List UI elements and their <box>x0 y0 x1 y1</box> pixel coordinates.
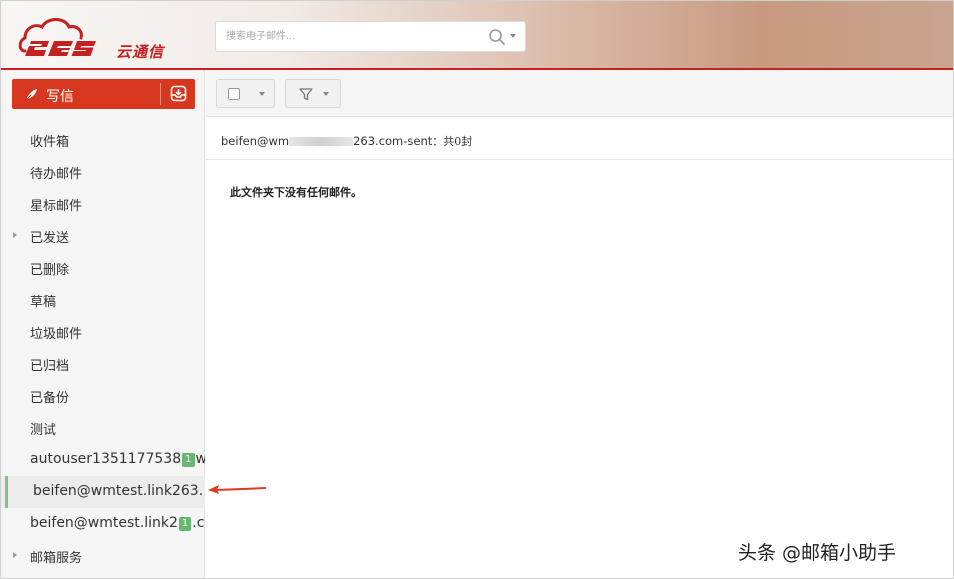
compose-button[interactable]: 写信 <box>12 79 160 109</box>
logo-text: 云通信 <box>116 43 165 61</box>
expand-arrow-icon[interactable] <box>13 552 17 558</box>
folder-label: 垃圾邮件 <box>30 327 83 342</box>
compose-label: 写信 <box>46 89 74 105</box>
folder-deleted[interactable]: 已删除 <box>1 252 205 284</box>
logo[interactable]: 云通信 <box>17 11 167 63</box>
feather-icon <box>25 89 37 101</box>
mail-client-window: 云通信 写信 <box>0 0 954 579</box>
folder-mail-services[interactable]: 邮箱服务 <box>1 540 205 572</box>
folder-spam[interactable]: 垃圾邮件 <box>1 316 205 348</box>
folder-label: 邮箱服务 <box>30 551 83 566</box>
folder-label: 已归档 <box>30 359 70 374</box>
folder-label: 星标邮件 <box>30 199 83 214</box>
folder-drafts[interactable]: 草稿 <box>1 284 205 316</box>
folder-todo[interactable]: 待办邮件 <box>1 156 205 188</box>
folder-label: 测试 <box>30 423 57 438</box>
checkbox-icon <box>228 88 240 100</box>
folder-backup[interactable]: 已备份 <box>1 380 205 412</box>
folder-archived[interactable]: 已归档 <box>1 348 205 380</box>
folder-label: beifen@wmtest.link2 1 .c <box>30 515 204 531</box>
folder-label-clip: beifen@wmtest.link2 1 .c <box>30 508 205 540</box>
select-dropdown-button[interactable] <box>216 79 275 108</box>
chevron-down-icon <box>259 92 265 96</box>
folder-label-text: autouser1351177538 <box>30 451 182 467</box>
folder-beifen-selected[interactable]: beifen@wmtest.link263. <box>1 476 205 508</box>
unread-badge: 1 <box>182 453 195 467</box>
folder-list: 收件箱 待办邮件 星标邮件 已发送 已删除 草稿 垃圾邮件 已归档 已备份 测试… <box>1 124 205 572</box>
folder-path-suffix: 263.com-sent <box>353 134 433 148</box>
folder-test[interactable]: 测试 <box>1 412 205 444</box>
chevron-down-icon <box>323 92 329 96</box>
search-icon[interactable] <box>488 28 506 46</box>
folder-label: 收件箱 <box>30 135 70 150</box>
folder-path: beifen@wm 263.com-sent：共0封 <box>221 133 472 149</box>
mail-list-pane: beifen@wm 263.com-sent：共0封 此文件夹下没有任何邮件。 <box>206 118 953 578</box>
folder-label: 待办邮件 <box>30 167 83 182</box>
sidebar: 写信 收件箱 待办邮件 星标邮件 已发送 已删除 草稿 垃圾邮件 已归档 已备份… <box>1 70 205 578</box>
inbox-download-icon <box>170 85 187 102</box>
folder-sent[interactable]: 已发送 <box>1 220 205 252</box>
search-box[interactable] <box>215 21 526 52</box>
filter-dropdown-button[interactable] <box>285 79 341 108</box>
folder-label-suffix: .c <box>192 515 205 531</box>
expand-arrow-icon[interactable] <box>13 232 17 238</box>
receive-mail-button[interactable] <box>161 79 195 109</box>
folder-path-prefix: beifen@wm <box>221 134 290 148</box>
folder-starred[interactable]: 星标邮件 <box>1 188 205 220</box>
watermark: 头条 @邮箱小助手 <box>738 542 897 564</box>
folder-label: 已发送 <box>30 231 70 246</box>
search-input[interactable] <box>216 22 476 51</box>
unread-badge: 1 <box>178 517 192 531</box>
annotation-arrow-icon <box>208 485 267 494</box>
mail-count: ：共0封 <box>432 135 473 148</box>
folder-label: 草稿 <box>30 295 57 310</box>
filter-icon <box>299 88 313 101</box>
top-header: 云通信 <box>1 1 953 68</box>
folder-label-text: beifen@wmtest.link2 <box>30 515 178 531</box>
folder-label-clip: beifen@wmtest.link263. <box>33 476 205 508</box>
empty-folder-message: 此文件夹下没有任何邮件。 <box>230 186 362 199</box>
folder-label: 已备份 <box>30 391 70 406</box>
folder-beifen-2[interactable]: beifen@wmtest.link2 1 .c <box>1 508 205 540</box>
folder-inbox[interactable]: 收件箱 <box>1 124 205 156</box>
folder-label: 已删除 <box>30 263 70 278</box>
folder-label: autouser13511775381w <box>30 451 205 467</box>
folder-autouser[interactable]: autouser13511775381w <box>1 444 205 476</box>
redacted-text <box>289 137 354 146</box>
folder-label: beifen@wmtest.link263. <box>33 483 204 499</box>
folder-label-suffix: w <box>196 451 206 467</box>
chevron-down-icon[interactable] <box>510 34 516 38</box>
folder-label-clip: autouser13511775381w <box>30 444 205 476</box>
compose-button-group: 写信 <box>12 79 195 109</box>
mail-toolbar <box>206 70 953 117</box>
folder-info-bar: beifen@wm 263.com-sent：共0封 <box>206 118 953 160</box>
